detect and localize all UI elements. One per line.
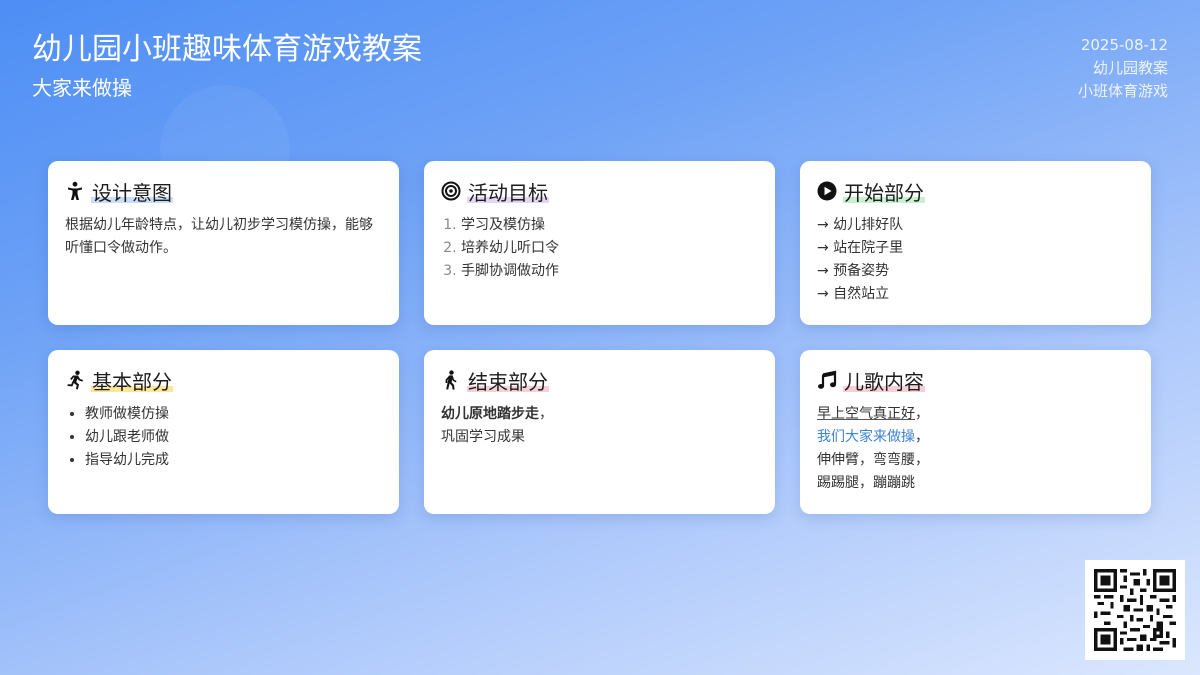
list-item: → 预备姿势 bbox=[817, 263, 890, 279]
child-icon bbox=[65, 181, 85, 201]
target-icon bbox=[441, 181, 461, 201]
card-ending: 结束部分 幼儿原地踏步走， 巩固学习成果 bbox=[424, 350, 775, 514]
card-title: 活动目标 bbox=[467, 176, 549, 206]
card-body: → 幼儿排好队 → 站在院子里 → 预备姿势 → 自然站立 bbox=[817, 214, 1135, 306]
goals-list: 学习及模仿操 培养幼儿听口令 手脚协调做动作 bbox=[441, 214, 759, 283]
tag-label: 小班体育游戏 bbox=[1077, 82, 1168, 100]
list-item: 教师做模仿操 bbox=[85, 403, 383, 426]
song-line-4: 踢踢腿，蹦蹦跳 bbox=[817, 475, 915, 491]
header: 幼儿园小班趣味体育游戏教案 大家来做操 bbox=[32, 30, 422, 102]
list-item: → 自然站立 bbox=[817, 286, 890, 302]
list-item: 培养幼儿听口令 bbox=[461, 237, 759, 260]
running-icon bbox=[65, 370, 85, 390]
comma: ， bbox=[915, 429, 929, 445]
card-song: 儿歌内容 早上空气真正好， 我们大家来做操， 伸伸臂，弯弯腰， 踢踢腿，蹦蹦跳 bbox=[800, 350, 1151, 514]
card-title: 结束部分 bbox=[467, 365, 549, 395]
card-body: 幼儿原地踏步走， 巩固学习成果 bbox=[441, 403, 759, 449]
card-body: 早上空气真正好， 我们大家来做操， 伸伸臂，弯弯腰， 踢踢腿，蹦蹦跳 bbox=[817, 403, 1135, 495]
page-subtitle: 大家来做操 bbox=[32, 76, 132, 100]
card-body: 根据幼儿年龄特点，让幼儿初步学习模仿操，能够听懂口令做动作。 bbox=[65, 214, 383, 260]
song-line-1: 早上空气真正好， bbox=[817, 403, 1135, 426]
card-header: 结束部分 bbox=[441, 365, 759, 395]
list-item: 幼儿跟老师做 bbox=[85, 426, 383, 449]
song-line-2: 我们大家来做操， bbox=[817, 426, 1135, 449]
tag-label: 幼儿园教案 bbox=[1092, 59, 1168, 77]
song-line-3: 伸伸臂，弯弯腰， bbox=[817, 452, 929, 468]
page-title: 幼儿园小班趣味体育游戏教案 bbox=[32, 32, 422, 67]
comma: ， bbox=[915, 406, 929, 422]
list-item: 学习及模仿操 bbox=[461, 214, 759, 237]
card-goals: 活动目标 学习及模仿操 培养幼儿听口令 手脚协调做动作 bbox=[424, 161, 775, 325]
song-underlined-text: 早上空气真正好 bbox=[817, 406, 915, 422]
list-item: → 站在院子里 bbox=[817, 240, 904, 256]
ending-bold-text: 幼儿原地踏步走 bbox=[441, 406, 539, 422]
list-item: 指导幼儿完成 bbox=[85, 449, 383, 472]
ending-text: 巩固学习成果 bbox=[441, 429, 525, 445]
music-icon bbox=[817, 370, 837, 390]
basic-list: 教师做模仿操 幼儿跟老师做 指导幼儿完成 bbox=[65, 403, 383, 472]
card-header: 儿歌内容 bbox=[817, 365, 1135, 395]
date-label: 2025-08-12 bbox=[1080, 36, 1168, 54]
design-text: 根据幼儿年龄特点，让幼儿初步学习模仿操，能够听懂口令做动作。 bbox=[65, 217, 373, 256]
card-title: 设计意图 bbox=[91, 176, 173, 206]
walking-icon bbox=[441, 370, 461, 390]
card-header: 设计意图 bbox=[65, 176, 383, 206]
qr-code-icon bbox=[1094, 569, 1176, 651]
card-start: 开始部分 → 幼儿排好队 → 站在院子里 → 预备姿势 → 自然站立 bbox=[800, 161, 1151, 325]
card-body: 教师做模仿操 幼儿跟老师做 指导幼儿完成 bbox=[65, 403, 383, 472]
qr-code[interactable] bbox=[1085, 560, 1185, 660]
comma: ， bbox=[539, 406, 553, 422]
card-header: 活动目标 bbox=[441, 176, 759, 206]
card-header: 开始部分 bbox=[817, 176, 1135, 206]
list-item: 手脚协调做动作 bbox=[461, 260, 759, 283]
list-item: → 幼儿排好队 bbox=[817, 217, 904, 233]
song-highlight-text: 我们大家来做操 bbox=[817, 429, 915, 445]
card-header: 基本部分 bbox=[65, 365, 383, 395]
play-circle-icon bbox=[817, 181, 837, 201]
card-design-intent: 设计意图 根据幼儿年龄特点，让幼儿初步学习模仿操，能够听懂口令做动作。 bbox=[48, 161, 399, 325]
header-meta: 2025-08-12 幼儿园教案 小班体育游戏 bbox=[1078, 34, 1168, 103]
card-body: 学习及模仿操 培养幼儿听口令 手脚协调做动作 bbox=[441, 214, 759, 283]
card-title: 开始部分 bbox=[843, 176, 925, 206]
ending-line: 幼儿原地踏步走， bbox=[441, 403, 759, 426]
card-title: 基本部分 bbox=[91, 365, 173, 395]
card-basic: 基本部分 教师做模仿操 幼儿跟老师做 指导幼儿完成 bbox=[48, 350, 399, 514]
card-title: 儿歌内容 bbox=[843, 365, 925, 395]
